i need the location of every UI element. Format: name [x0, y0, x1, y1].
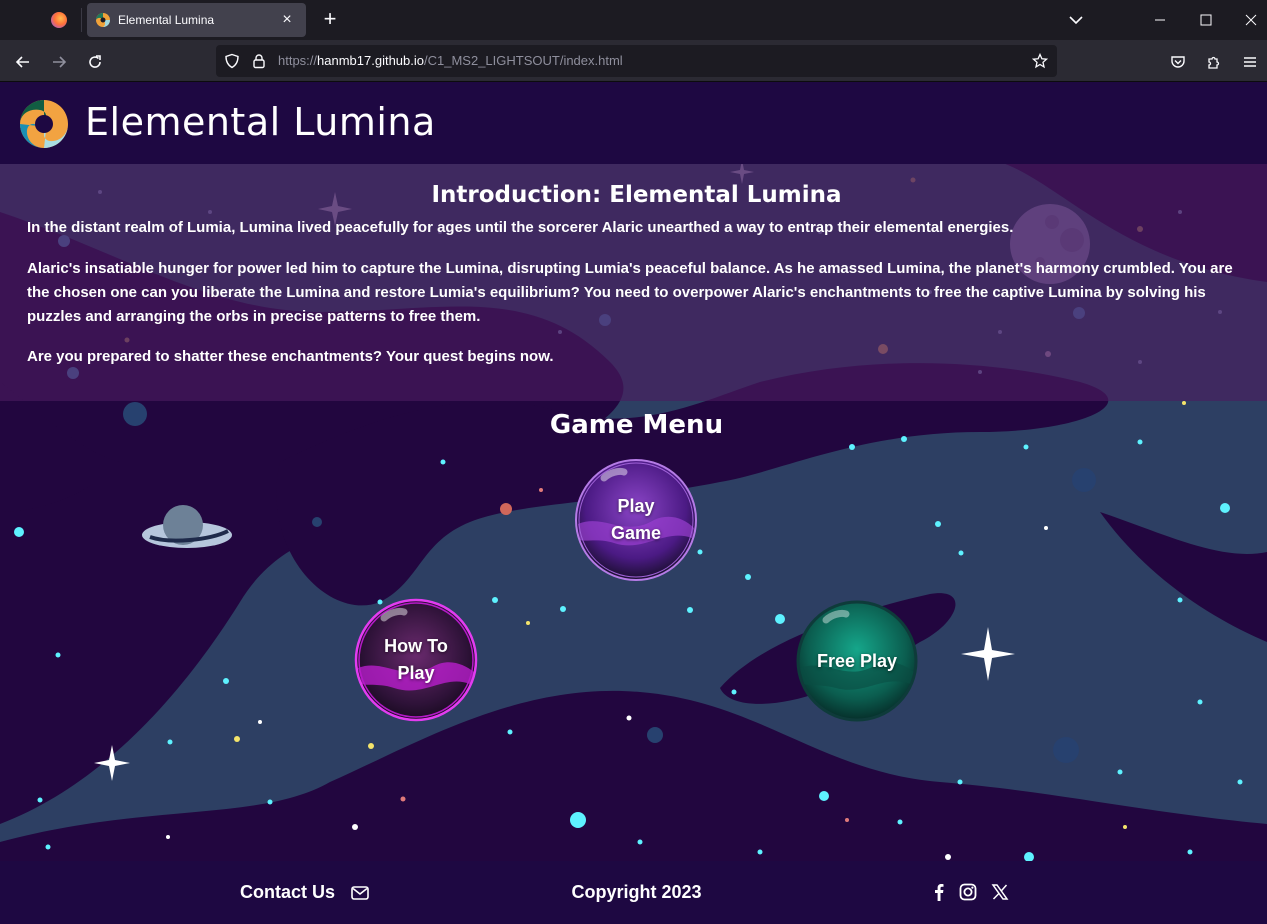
reload-button[interactable]: [81, 48, 109, 76]
active-tab[interactable]: Elemental Lumina ×: [87, 3, 306, 37]
play-game-button[interactable]: Play Game: [574, 458, 698, 582]
forward-button[interactable]: [45, 48, 73, 76]
lock-icon[interactable]: [251, 53, 267, 69]
how-to-play-button[interactable]: How To Play: [354, 598, 478, 722]
address-bar[interactable]: https://hanmb17.github.io/C1_MS2_LIGHTSO…: [216, 45, 1057, 77]
pocket-icon: [1171, 56, 1185, 68]
instagram-icon[interactable]: [959, 883, 977, 901]
window-maximize-icon[interactable]: [1192, 6, 1220, 34]
intro-title: Introduction: Elemental Lumina: [431, 182, 842, 208]
site-header: Elemental Lumina: [0, 82, 1267, 164]
site-title: Elemental Lumina: [85, 100, 436, 144]
new-tab-button[interactable]: +: [316, 6, 344, 34]
intro-paragraph: In the distant realm of Lumia, Lumina li…: [27, 219, 1014, 236]
window-close-icon[interactable]: [1237, 6, 1265, 34]
url-path: /C1_MS2_LIGHTSOUT/index.html: [424, 53, 623, 68]
pocket-button[interactable]: [1164, 48, 1192, 76]
browser-tab-bar: Elemental Lumina × +: [0, 0, 1267, 40]
page-viewport: Elemental Lumina Introduction: Elemental…: [0, 82, 1267, 924]
url-text[interactable]: https://hanmb17.github.io/C1_MS2_LIGHTSO…: [278, 53, 623, 68]
bookmark-star-icon[interactable]: [1032, 53, 1048, 69]
play-game-label: Play Game: [610, 496, 662, 543]
back-arrow-icon: [15, 56, 29, 68]
site-favicon-icon: [96, 13, 110, 27]
back-button[interactable]: [9, 48, 37, 76]
url-host: hanmb17.github.io: [317, 53, 425, 68]
x-icon[interactable]: [991, 883, 1009, 901]
intro-paragraph: Are you prepared to shatter these enchan…: [27, 348, 554, 365]
facebook-icon[interactable]: [930, 883, 948, 901]
reload-icon: [89, 55, 101, 68]
game-menu-title: Game Menu: [549, 410, 724, 440]
free-play-label: Free Play: [816, 650, 898, 671]
tab-title: Elemental Lumina: [118, 13, 215, 27]
forward-arrow-icon: [53, 56, 67, 68]
url-scheme: https://: [278, 53, 318, 68]
tab-separator: [81, 8, 82, 32]
puzzle-piece-icon: [1208, 56, 1220, 69]
browser-nav-bar: https://hanmb17.github.io/C1_MS2_LIGHTSO…: [0, 40, 1267, 82]
list-all-tabs-chevron-icon[interactable]: [1064, 8, 1088, 32]
app-menu-button[interactable]: [1236, 48, 1264, 76]
shield-icon[interactable]: [224, 53, 240, 69]
how-to-play-label: How To Play: [384, 636, 448, 683]
swirl-logo-icon[interactable]: [18, 98, 70, 150]
hamburger-menu-icon: [1244, 57, 1256, 67]
intro-section: Introduction: Elemental Lumina In the di…: [0, 164, 1267, 401]
site-footer: Contact Us Copyright 2023: [0, 861, 1267, 924]
free-play-button[interactable]: Free Play: [796, 600, 918, 722]
tab-close-icon[interactable]: ×: [278, 11, 296, 29]
firefox-menu-button[interactable]: [44, 6, 74, 34]
intro-paragraph: Alaric's insatiable hunger for power led…: [27, 260, 1233, 325]
copyright-text: Copyright 2023: [571, 882, 702, 902]
firefox-icon: [51, 12, 67, 28]
window-minimize-icon[interactable]: [1146, 6, 1174, 34]
extensions-button[interactable]: [1200, 48, 1228, 76]
